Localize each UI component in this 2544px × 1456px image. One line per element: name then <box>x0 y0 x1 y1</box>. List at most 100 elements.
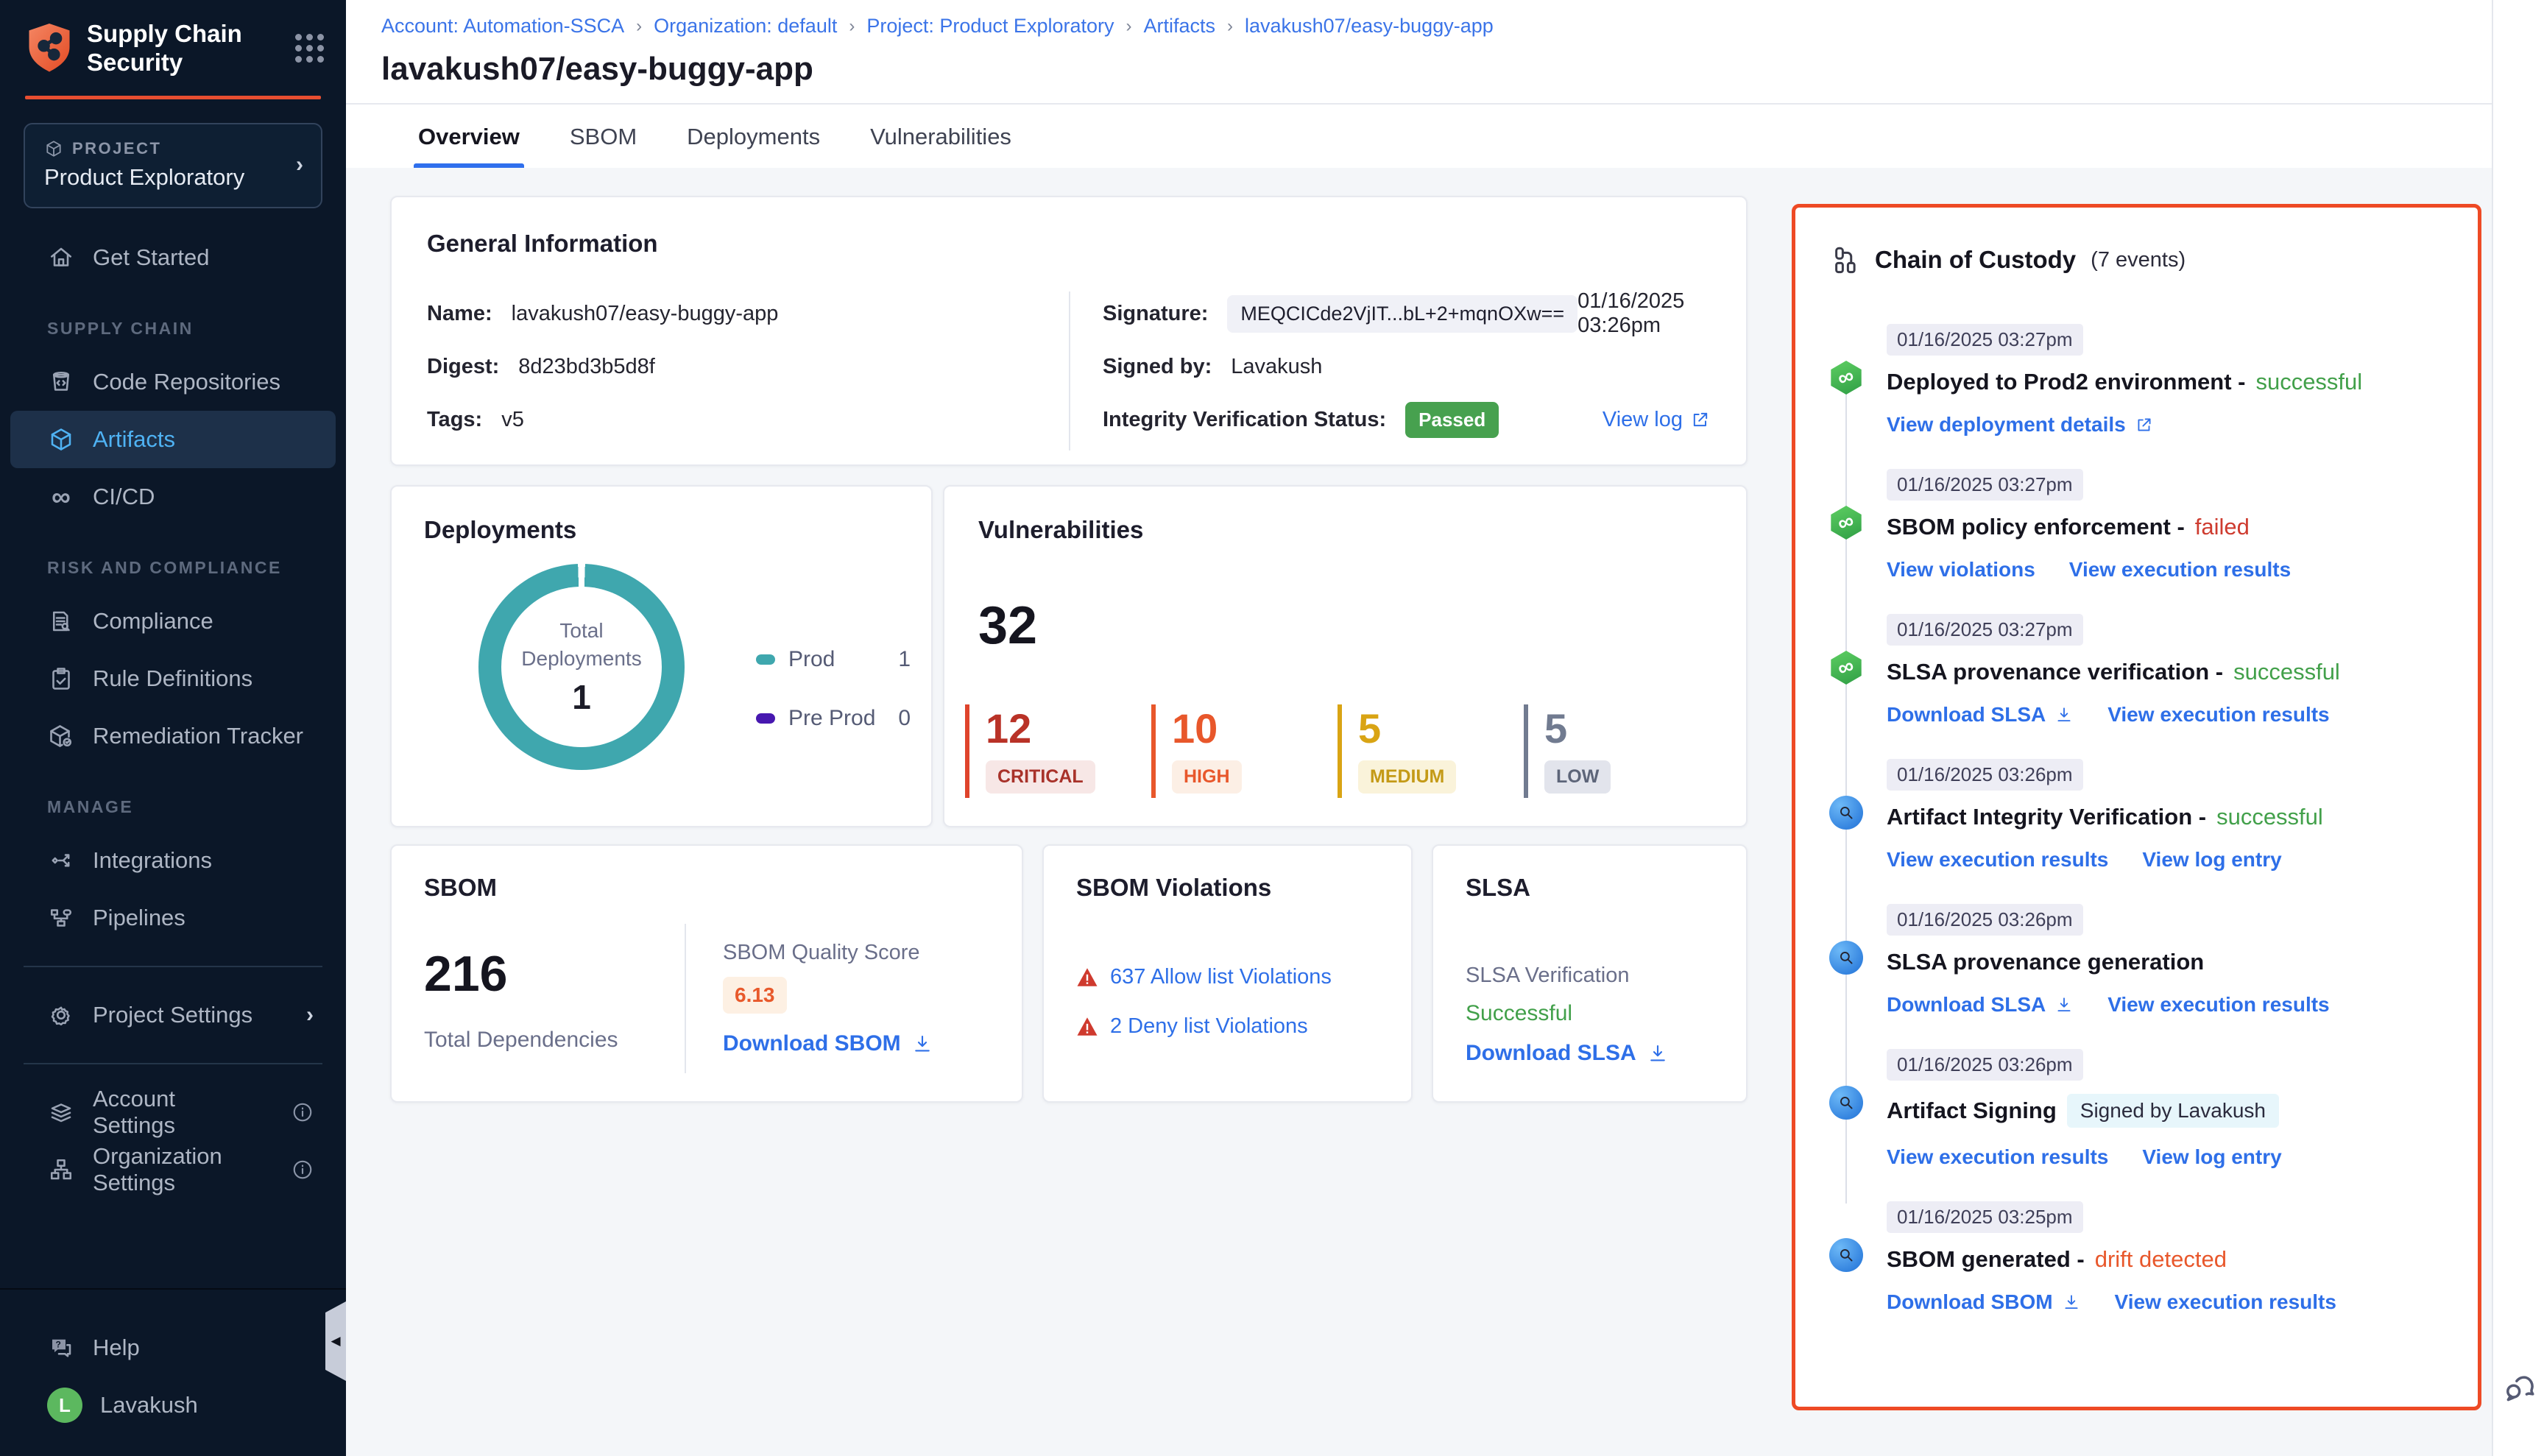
chevron-right-icon: › <box>296 152 303 177</box>
gi-signature-value[interactable]: MEQCICde2VjIT...bL+2+mqnOXw== <box>1227 295 1577 333</box>
legend-swatch-prod <box>756 654 775 665</box>
breadcrumb-current[interactable]: lavakush07/easy-buggy-app <box>1245 15 1494 38</box>
breadcrumb-project[interactable]: Project: Product Exploratory <box>866 15 1114 38</box>
sidebar-item-label: Pipelines <box>93 905 186 931</box>
project-selector[interactable]: PROJECT Product Exploratory › <box>24 123 322 208</box>
chat-bubbles-icon[interactable] <box>2501 1371 2537 1407</box>
sidebar-item-compliance[interactable]: Compliance <box>10 593 336 650</box>
chain-event: 01/16/2025 03:26pm Artifact Signing Sign… <box>1829 1049 2448 1169</box>
card-title: SLSA <box>1466 874 1714 902</box>
view-execution-results-link[interactable]: View execution results <box>2115 1290 2336 1314</box>
user-menu[interactable]: L Lavakush <box>10 1377 336 1434</box>
sidebar-item-account-settings[interactable]: Account Settings <box>10 1084 336 1141</box>
tab-vulnerabilities[interactable]: Vulnerabilities <box>866 106 1016 168</box>
chain-of-custody-title: Chain of Custody <box>1875 246 2076 274</box>
sidebar-item-label: Code Repositories <box>93 369 280 395</box>
sidebar-item-remediation-tracker[interactable]: Remediation Tracker <box>10 707 336 765</box>
sbom-total-dependencies: 216 <box>424 945 685 1003</box>
view-execution-results-link[interactable]: View execution results <box>1887 848 2108 872</box>
info-icon[interactable] <box>292 1101 314 1123</box>
chain-events-count: (7 events) <box>2091 248 2186 272</box>
event-status: successful <box>2255 369 2362 395</box>
view-log-entry-link[interactable]: View log entry <box>2142 848 2281 872</box>
signed-by-badge: Signed by Lavakush <box>2067 1094 2279 1128</box>
external-link-icon <box>1690 409 1711 430</box>
gi-digest-label: Digest: <box>427 355 499 379</box>
download-icon <box>911 1033 933 1055</box>
deny-list-violations-link[interactable]: 2 Deny list Violations <box>1110 1014 1308 1039</box>
app-root: Supply Chain Security PROJECT Product Ex… <box>0 0 2544 1456</box>
event-timestamp: 01/16/2025 03:27pm <box>1887 324 2083 356</box>
sidebar-item-cicd[interactable]: ∞ CI/CD <box>10 468 336 526</box>
sidebar-item-artifacts[interactable]: Artifacts <box>10 411 336 468</box>
view-violations-link[interactable]: View violations <box>1887 558 2035 582</box>
sidebar-accent-divider <box>25 96 321 99</box>
slsa-verification-label: SLSA Verification <box>1466 964 1714 988</box>
cicd-event-icon: ∞ <box>1829 506 1863 540</box>
app-switcher-icon[interactable] <box>295 34 324 63</box>
legend-swatch-pre-prod <box>756 713 775 724</box>
chain-event: 01/16/2025 03:25pm SBOM generated - drif… <box>1829 1201 2448 1314</box>
general-information-card: General Information Name: lavakush07/eas… <box>390 196 1748 466</box>
info-icon[interactable] <box>292 1159 314 1181</box>
sidebar-item-rule-definitions[interactable]: Rule Definitions <box>10 650 336 707</box>
allow-list-violations-link[interactable]: 637 Allow list Violations <box>1110 965 1332 989</box>
tab-deployments[interactable]: Deployments <box>682 106 824 168</box>
view-log-link[interactable]: View log <box>1603 408 1711 432</box>
tab-overview[interactable]: Overview <box>414 106 524 168</box>
breadcrumb: Account: Automation-SSCA › Organization: … <box>381 15 2492 38</box>
scan-event-icon <box>1829 1238 1863 1272</box>
breadcrumb-artifacts[interactable]: Artifacts <box>1144 15 1216 38</box>
chain-event: ∞ 01/16/2025 03:27pm Deployed to Prod2 e… <box>1829 324 2448 437</box>
tab-sbom[interactable]: SBOM <box>565 106 641 168</box>
slsa-card: SLSA SLSA Verification Successful Downlo… <box>1432 844 1748 1103</box>
view-execution-results-link[interactable]: View execution results <box>2069 558 2291 582</box>
infinity-icon: ∞ <box>47 483 75 511</box>
sidebar-item-pipelines[interactable]: Pipelines <box>10 889 336 947</box>
gi-integrity-label: Integrity Verification Status: <box>1103 408 1386 432</box>
sidebar-item-help[interactable]: ? Help <box>10 1319 336 1377</box>
scan-event-icon <box>1829 1086 1863 1120</box>
sidebar-section-manage: MANAGE <box>0 765 346 832</box>
sidebar-item-code-repositories[interactable]: Code Repositories <box>10 353 336 411</box>
scan-event-icon <box>1829 941 1863 975</box>
card-title: Deployments <box>424 516 899 544</box>
chain-of-custody-panel: Chain of Custody (7 events) ∞ 01/16/2025… <box>1792 204 2481 1410</box>
breadcrumb-organization[interactable]: Organization: default <box>654 15 837 38</box>
sbom-quality-score-label: SBOM Quality Score <box>723 941 933 965</box>
event-timestamp: 01/16/2025 03:27pm <box>1887 614 2083 646</box>
sidebar-collapse-handle[interactable]: ◀ <box>325 1301 346 1381</box>
gear-icon <box>47 1001 75 1029</box>
cube-wrench-icon <box>47 722 75 750</box>
view-execution-results-link[interactable]: View execution results <box>1887 1145 2108 1169</box>
gi-signature-row: Signature: MEQCICde2VjIT...bL+2+mqnOXw==… <box>1103 291 1711 336</box>
sidebar-item-organization-settings[interactable]: Organization Settings <box>10 1141 336 1198</box>
view-execution-results-link[interactable]: View execution results <box>2107 703 2329 727</box>
view-log-entry-link[interactable]: View log entry <box>2142 1145 2281 1169</box>
sidebar-item-get-started[interactable]: Get Started <box>10 229 336 286</box>
severity-high: 10 HIGH <box>1151 704 1338 798</box>
download-sbom-link[interactable]: Download SBOM <box>1887 1290 2081 1314</box>
chain-event: 01/16/2025 03:26pm Artifact Integrity Ve… <box>1829 759 2448 872</box>
view-deployment-details-link[interactable]: View deployment details <box>1887 413 2154 437</box>
project-selector-name: Product Exploratory <box>44 164 296 191</box>
sidebar-item-project-settings[interactable]: Project Settings › <box>10 986 336 1044</box>
vulnerabilities-card: Vulnerabilities 32 12 CRITICAL 10 HIGH 5 <box>943 485 1748 827</box>
breadcrumb-separator: › <box>636 16 642 37</box>
integrations-nodes-icon <box>47 847 75 874</box>
app-title: Supply Chain Security <box>87 19 295 77</box>
download-icon <box>2054 995 2074 1014</box>
download-sbom-link[interactable]: Download SBOM <box>723 1031 933 1056</box>
code-repository-icon <box>47 368 75 396</box>
sidebar-item-label: Remediation Tracker <box>93 723 303 749</box>
download-slsa-link[interactable]: Download SLSA <box>1887 993 2074 1017</box>
sbom-quality-score-value: 6.13 <box>723 977 787 1014</box>
main-content: General Information Name: lavakush07/eas… <box>346 168 2492 1456</box>
view-execution-results-link[interactable]: View execution results <box>2107 993 2329 1017</box>
breadcrumb-account[interactable]: Account: Automation-SSCA <box>381 15 624 38</box>
sidebar-item-label: Compliance <box>93 608 213 635</box>
event-timestamp: 01/16/2025 03:26pm <box>1887 904 2083 936</box>
download-slsa-link[interactable]: Download SLSA <box>1887 703 2074 727</box>
sidebar-item-integrations[interactable]: Integrations <box>10 832 336 889</box>
download-slsa-link[interactable]: Download SLSA <box>1466 1041 1714 1066</box>
